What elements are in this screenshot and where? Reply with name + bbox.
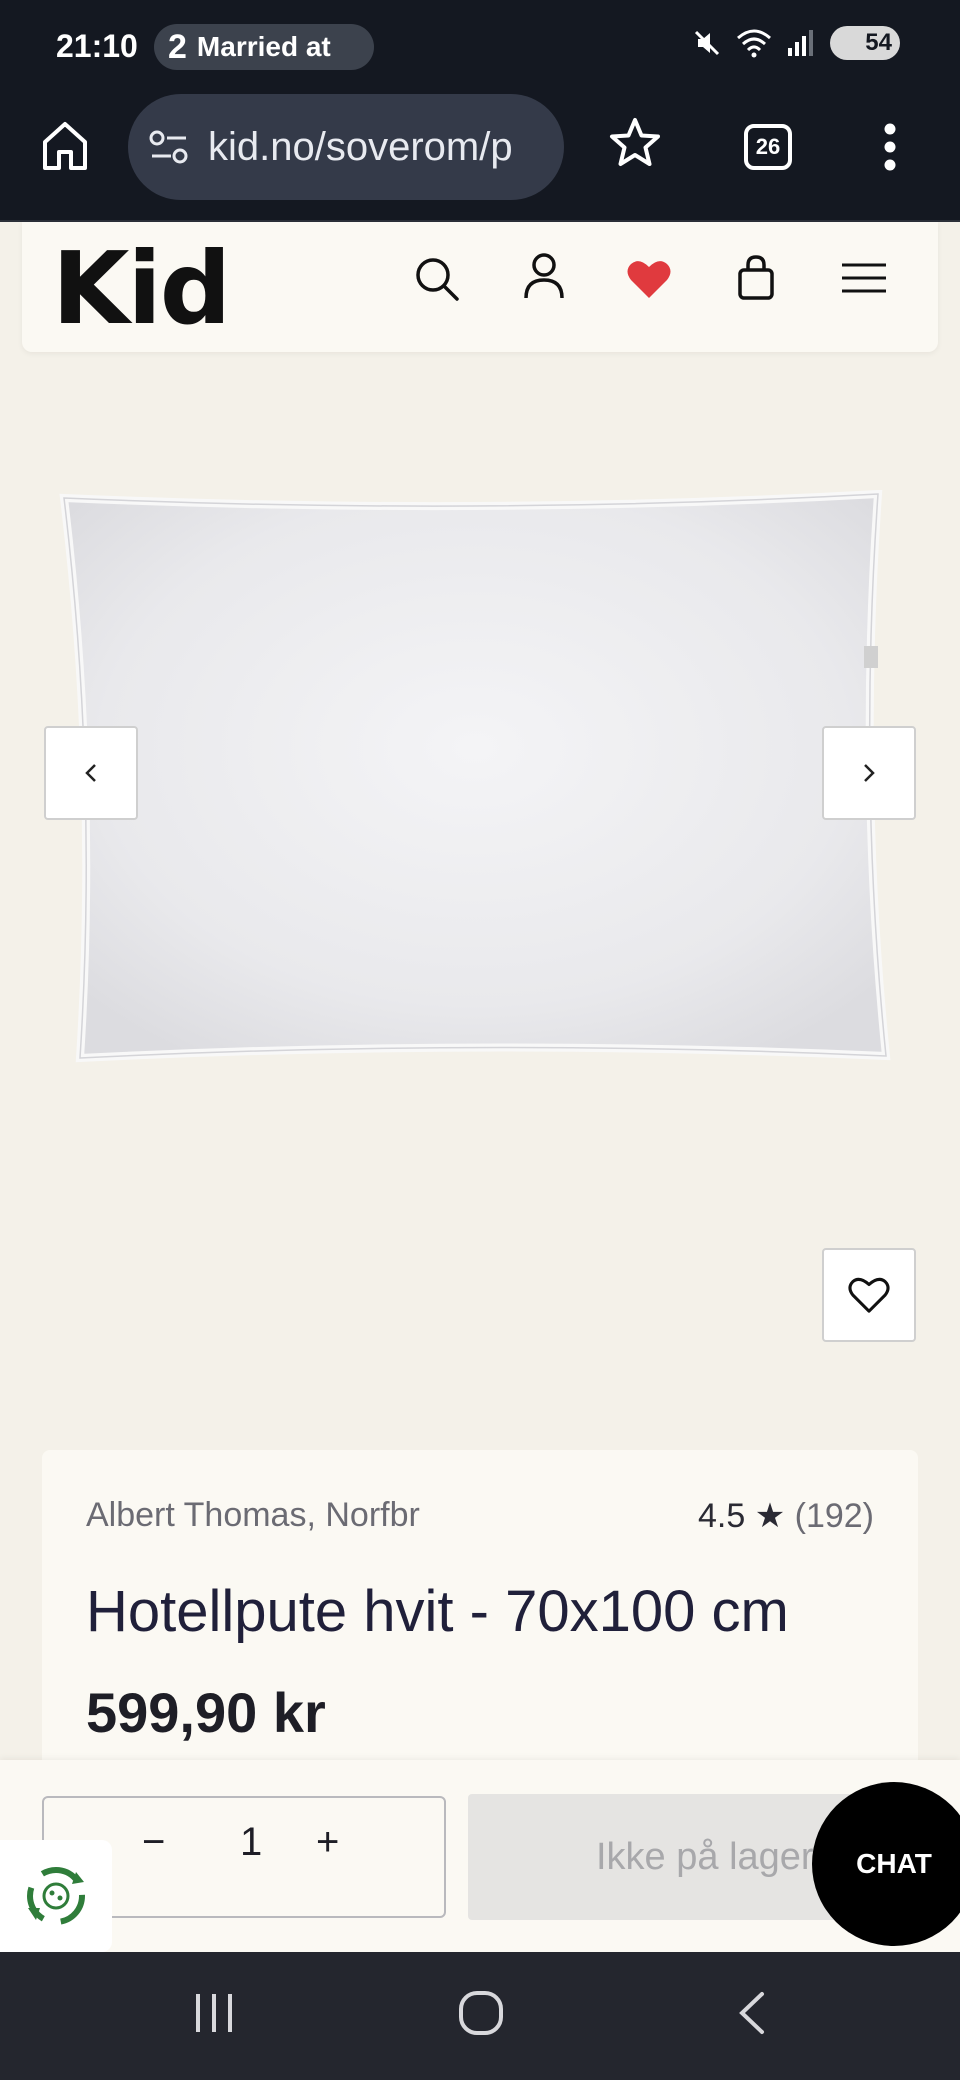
more-menu-icon[interactable] xyxy=(882,122,898,172)
add-to-wishlist-button[interactable] xyxy=(822,1248,916,1342)
wifi-icon xyxy=(737,29,771,58)
url-text: kid.no/soverom/p xyxy=(208,124,513,169)
tab-count: 26 xyxy=(755,134,781,159)
star-icon: ★ xyxy=(754,1497,786,1535)
battery-level: 54 xyxy=(865,29,892,56)
recycle-icon xyxy=(27,1867,85,1925)
recent-apps-icon[interactable] xyxy=(192,1990,236,2036)
quantity-decrease-button[interactable]: − xyxy=(142,1820,165,1865)
rating-count: (192) xyxy=(794,1497,874,1535)
recycle-badge[interactable] xyxy=(0,1840,112,1952)
status-time: 21:10 xyxy=(56,28,138,64)
bookmark-star-icon[interactable] xyxy=(608,116,662,170)
status-bar: 21:10 2 Married at 54 xyxy=(0,0,960,92)
status-icons: 54 xyxy=(692,26,900,60)
product-info-card: Albert Thomas, Norfbr 4.5 ★ (192) Hotell… xyxy=(42,1450,918,1770)
notification-app-icon: 2 xyxy=(168,27,187,66)
signal-icon xyxy=(788,30,813,56)
rating-value: 4.5 xyxy=(697,1497,746,1535)
system-navigation-bar xyxy=(0,1952,960,2080)
shopping-bag-icon[interactable] xyxy=(736,254,776,302)
mute-icon xyxy=(694,30,720,56)
chat-label: CHAT xyxy=(856,1848,932,1879)
home-button-icon[interactable] xyxy=(458,1990,504,2036)
tab-switcher-button[interactable]: 26 xyxy=(744,124,792,170)
back-icon[interactable] xyxy=(736,1990,766,2036)
site-settings-icon[interactable] xyxy=(148,127,190,167)
product-gallery xyxy=(0,360,960,1410)
previous-image-button[interactable] xyxy=(44,726,138,820)
stock-label: Ikke på lager xyxy=(596,1835,814,1878)
chevron-left-icon xyxy=(85,764,96,782)
next-image-button[interactable] xyxy=(822,726,916,820)
battery-indicator: 54 xyxy=(830,26,900,60)
favorites-heart-icon[interactable] xyxy=(626,258,672,300)
chat-button[interactable]: CHAT xyxy=(812,1782,960,1946)
product-price: 599,90 kr xyxy=(86,1681,326,1744)
search-icon[interactable] xyxy=(414,256,460,302)
product-rating[interactable]: 4.5 ★ (192) xyxy=(698,1496,874,1536)
notification-pill[interactable]: 2 Married at xyxy=(154,24,374,70)
product-brand[interactable]: Albert Thomas, Norfbr xyxy=(86,1496,420,1535)
notification-text: Married at xyxy=(196,31,331,62)
hamburger-menu-icon[interactable] xyxy=(840,262,888,294)
chevron-right-icon xyxy=(864,764,875,782)
url-bar[interactable]: kid.no/soverom/p xyxy=(128,94,564,200)
quantity-increase-button[interactable]: + xyxy=(316,1820,339,1865)
kid-logo[interactable]: Kid xyxy=(52,230,231,347)
home-icon[interactable] xyxy=(40,118,90,174)
purchase-bar: − 1 + Ikke på lager CHAT xyxy=(0,1760,960,1952)
quantity-value[interactable]: 1 xyxy=(240,1820,262,1865)
heart-outline-icon xyxy=(848,1277,890,1313)
browser-toolbar: kid.no/soverom/p 26 xyxy=(0,92,960,222)
product-title: Hotellpute hvit - 70x100 cm xyxy=(86,1579,789,1644)
product-image xyxy=(59,490,891,1063)
account-icon[interactable] xyxy=(522,252,566,300)
site-header: Kid xyxy=(22,222,938,352)
